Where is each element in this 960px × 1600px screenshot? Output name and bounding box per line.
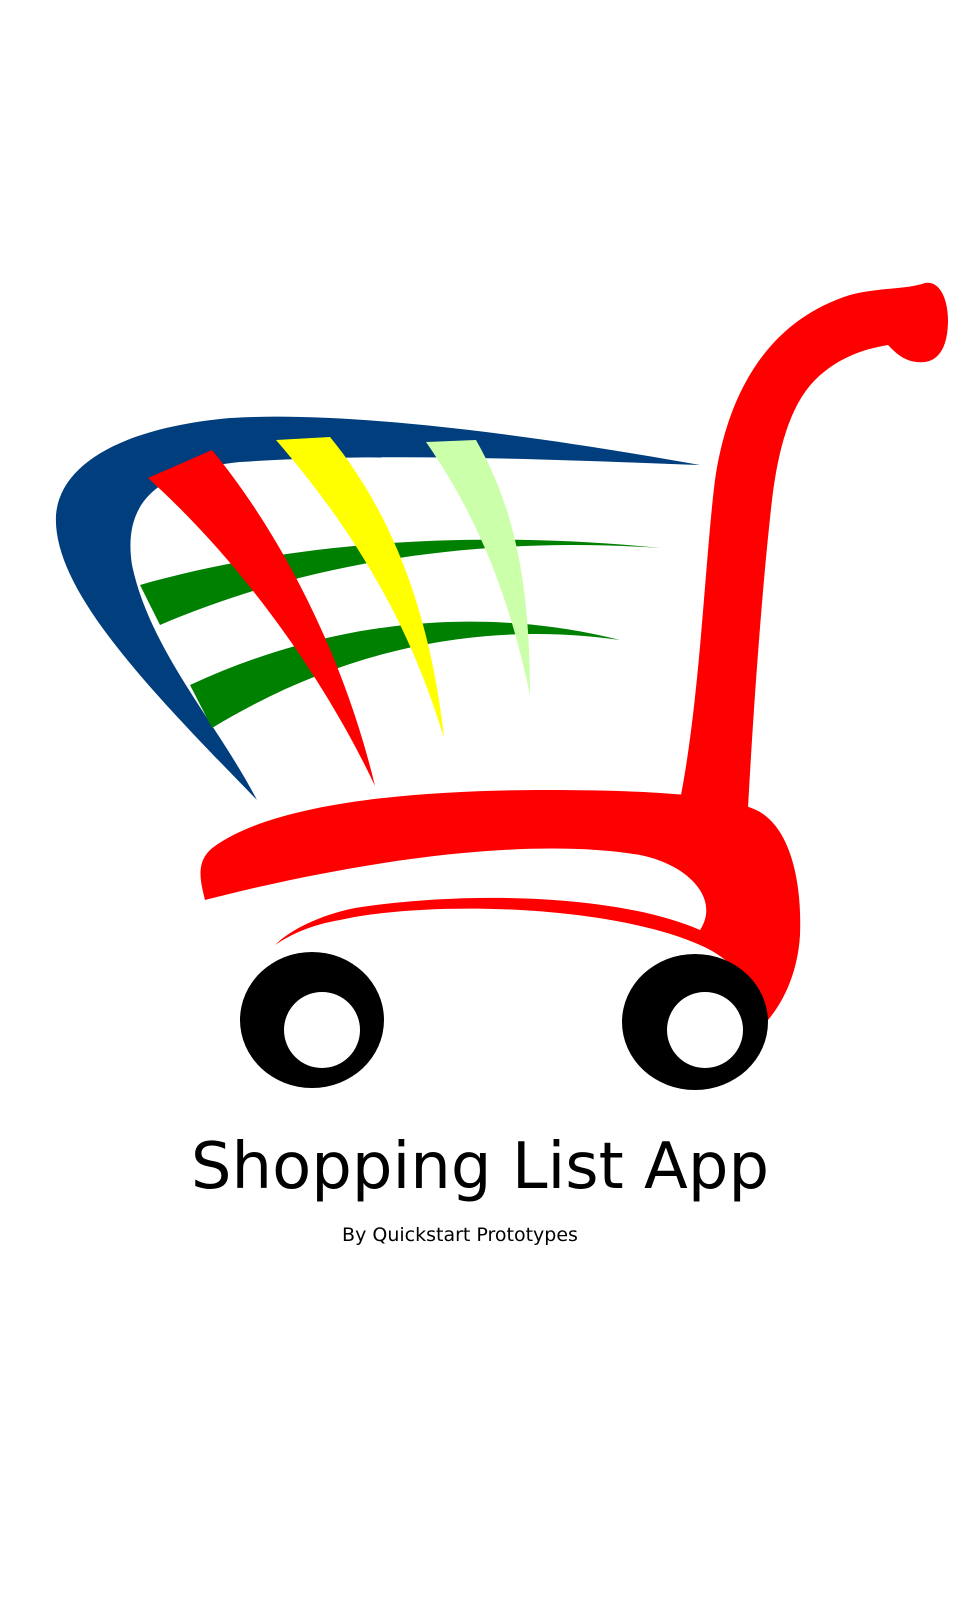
cart-wheel-left bbox=[240, 952, 384, 1088]
shopping-cart-icon bbox=[55, 282, 948, 1090]
cart-wheel-right bbox=[622, 954, 768, 1090]
basket-stripe-yellow bbox=[276, 437, 444, 738]
basket-stripe-green-bottom bbox=[190, 621, 620, 728]
cart-handle bbox=[680, 282, 948, 808]
splash-screen: Shopping List App By Quickstart Prototyp… bbox=[0, 0, 960, 1600]
basket-stripe-light-green bbox=[426, 440, 530, 695]
app-title: Shopping List App bbox=[190, 1130, 770, 1204]
app-subtitle: By Quickstart Prototypes bbox=[342, 1224, 578, 1246]
